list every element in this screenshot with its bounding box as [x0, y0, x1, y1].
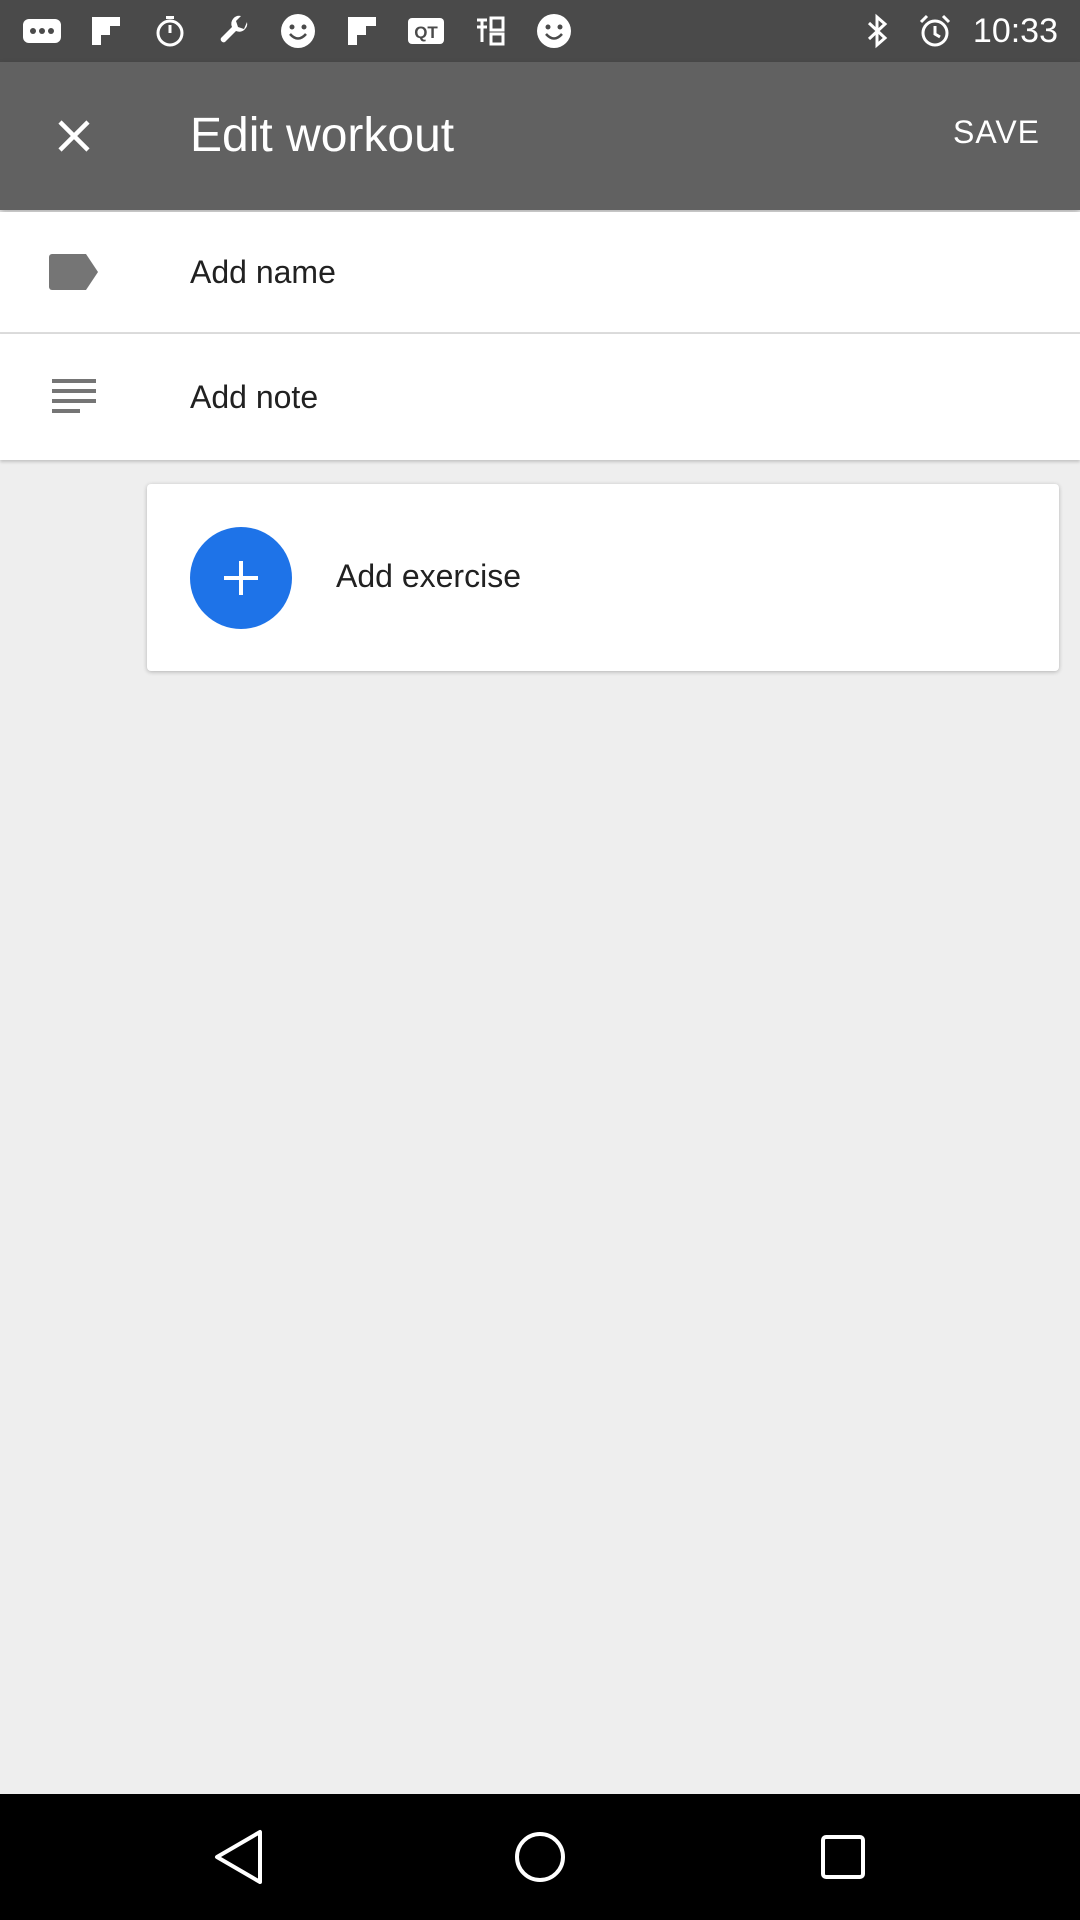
add-exercise-label: Add exercise — [336, 558, 521, 594]
flipboard-icon — [86, 11, 126, 51]
note-placeholder: Add note — [190, 378, 319, 415]
svg-text:QT: QT — [414, 23, 438, 42]
home-icon — [515, 1832, 565, 1882]
status-bar: QT 10:33 — [0, 0, 1080, 62]
notes-icon — [46, 369, 102, 425]
close-button[interactable] — [40, 102, 108, 170]
alarm-icon — [915, 11, 955, 51]
timer-icon — [150, 11, 190, 51]
smiley-icon — [534, 11, 574, 51]
bluetooth-icon — [857, 11, 897, 51]
page-title: Edit workout — [190, 109, 455, 162]
save-button[interactable]: SAVE — [953, 114, 1040, 151]
wrench-icon — [214, 11, 254, 51]
notification-icons: QT — [22, 10, 574, 52]
note-field[interactable]: Add note — [0, 334, 1080, 460]
back-button[interactable] — [205, 1824, 271, 1890]
more-icon — [22, 11, 62, 51]
close-icon — [58, 120, 90, 152]
label-icon — [46, 244, 102, 300]
back-icon — [215, 1830, 262, 1884]
system-icons: 10:33 — [857, 10, 1058, 52]
name-field[interactable]: Add name — [0, 212, 1080, 334]
name-placeholder: Add name — [190, 253, 336, 290]
add-circle-icon — [190, 527, 292, 629]
qt-icon: QT — [406, 11, 446, 51]
app-bar: Edit workout SAVE — [0, 62, 1080, 210]
recents-button[interactable] — [810, 1824, 876, 1890]
taobao-icon — [470, 11, 510, 51]
home-button[interactable] — [507, 1824, 573, 1890]
recents-icon — [821, 1835, 865, 1879]
clock: 10:33 — [972, 11, 1058, 50]
navigation-bar — [0, 1794, 1080, 1920]
flipboard-icon — [342, 11, 382, 51]
add-exercise-card[interactable]: Add exercise — [147, 484, 1059, 671]
smiley-icon — [278, 11, 318, 51]
